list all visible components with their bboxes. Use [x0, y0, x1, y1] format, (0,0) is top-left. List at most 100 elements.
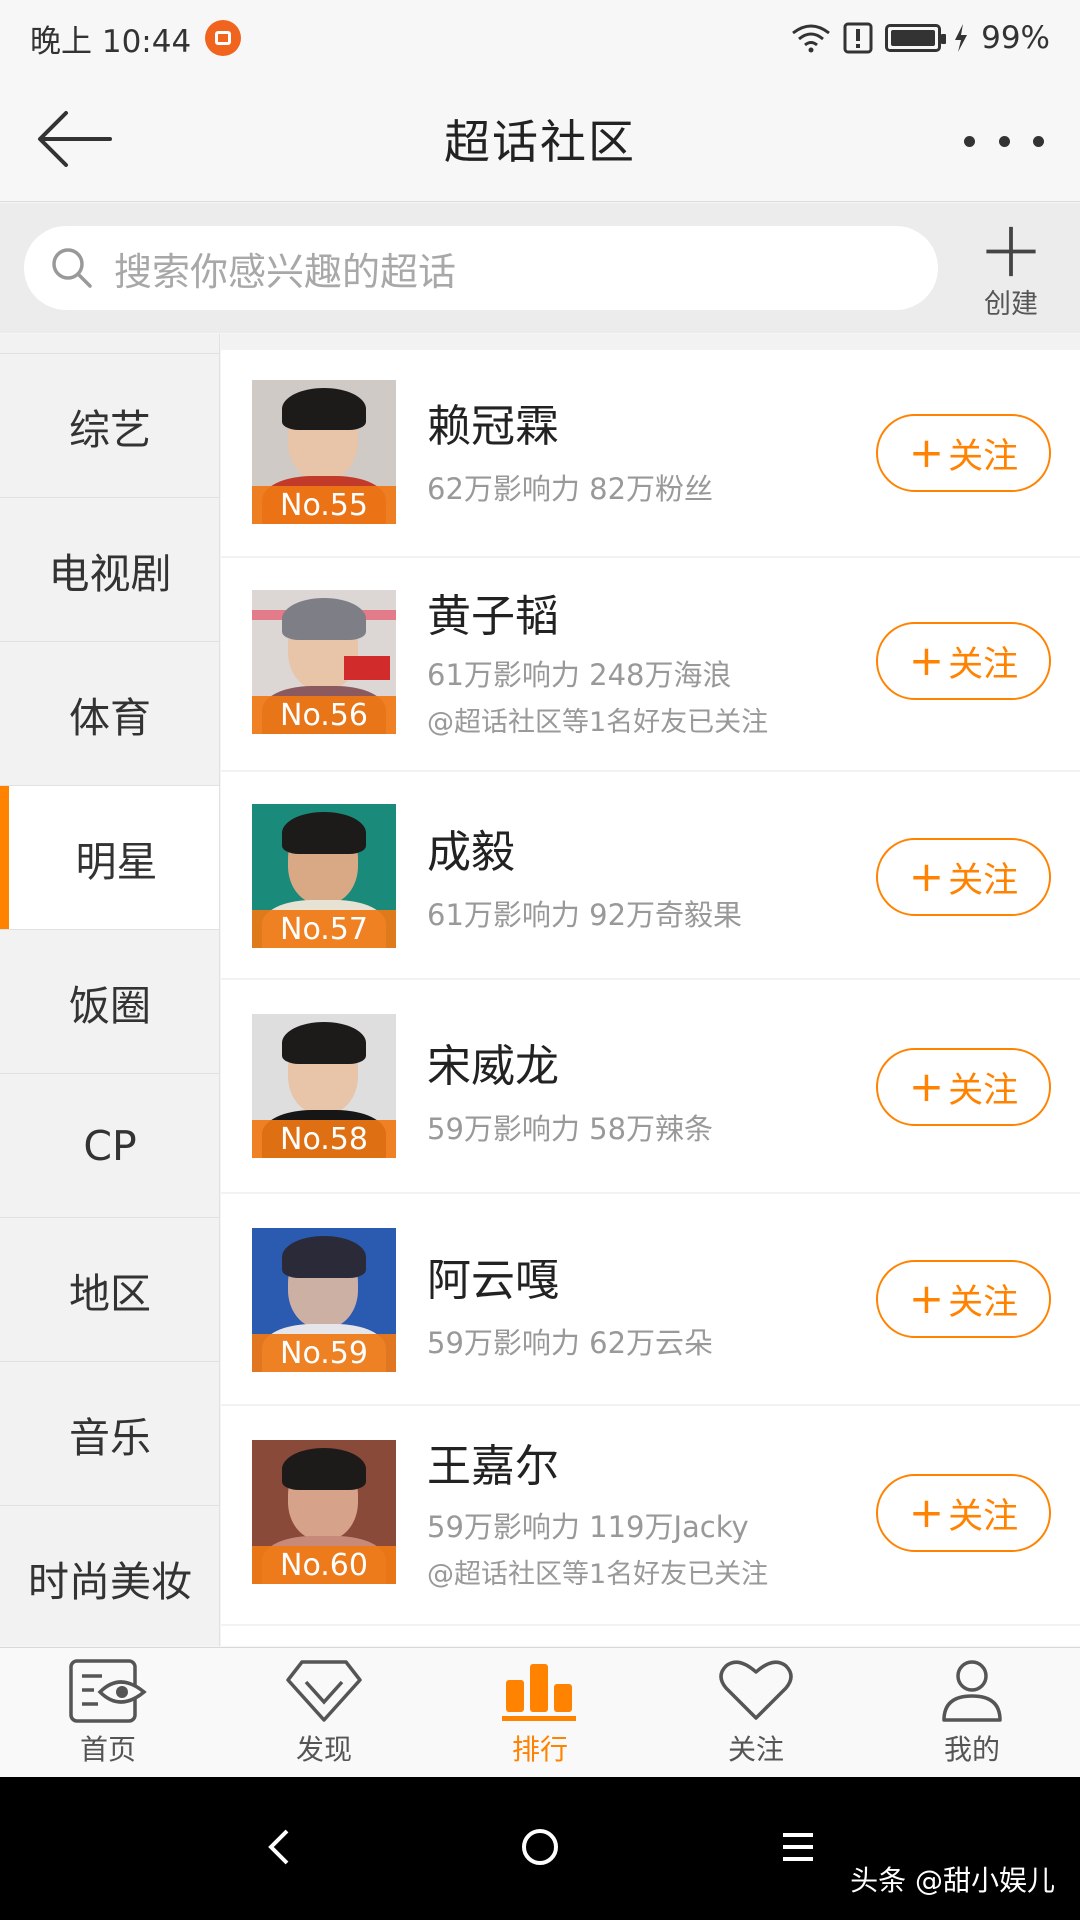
sidebar-item-region[interactable]: 地区 — [0, 1218, 219, 1362]
plus-icon: + — [908, 1062, 945, 1111]
sidebar-item-sports[interactable]: 体育 — [0, 642, 219, 786]
alert-icon — [843, 22, 873, 54]
sidebar-item-label: 饭圈 — [69, 981, 151, 1030]
rank-badge: No.58 — [252, 1120, 396, 1158]
topic-stats: 59万影响力 119万Jacky — [427, 1510, 749, 1544]
tab-me[interactable]: 我的 — [864, 1658, 1080, 1776]
system-back-button[interactable] — [250, 1817, 310, 1877]
diamond-icon — [286, 1660, 362, 1722]
topic-stats: 61万影响力 92万奇毅果 — [427, 898, 743, 932]
system-menu-button[interactable] — [768, 1817, 828, 1877]
friends-followed: @超话社区等1名好友已关注 — [427, 707, 769, 738]
topic-name: 宋威龙 — [427, 1041, 559, 1092]
tab-discover[interactable]: 发现 — [216, 1658, 432, 1776]
follow-button[interactable]: + 关注 — [876, 622, 1051, 700]
list-item[interactable]: No.55 赖冠霖 62万影响力 82万粉丝 + 关注 — [221, 350, 1080, 556]
plus-icon: + — [908, 1488, 945, 1537]
follow-button[interactable]: + 关注 — [876, 1048, 1051, 1126]
topic-name: 王嘉尔 — [427, 1441, 559, 1492]
topic-stats: 62万影响力 82万粉丝 — [427, 472, 714, 506]
sidebar-item-label: 音乐 — [69, 1413, 151, 1462]
sidebar-item-cp[interactable]: CP — [0, 1074, 219, 1218]
follow-label: 关注 — [948, 860, 1019, 901]
menu-icon — [783, 1833, 813, 1861]
system-nav-bar: 头条 @甜小娱儿 — [0, 1777, 1080, 1920]
plus-icon: + — [908, 428, 945, 477]
search-input[interactable]: 搜索你感兴趣的超话 — [24, 226, 938, 310]
follow-label: 关注 — [948, 1496, 1019, 1537]
follow-label: 关注 — [948, 1282, 1019, 1323]
tab-label: 排行 — [511, 1733, 568, 1766]
sidebar-item-music[interactable]: 音乐 — [0, 1362, 219, 1506]
sidebar-divider — [0, 334, 219, 354]
follow-button[interactable]: + 关注 — [876, 1260, 1051, 1338]
search-icon — [52, 248, 92, 288]
plus-icon: + — [908, 852, 945, 901]
tab-label: 发现 — [295, 1733, 352, 1766]
avatar: No.59 — [252, 1228, 396, 1372]
list-item[interactable]: No.57 成毅 61万影响力 92万奇毅果 + 关注 — [221, 772, 1080, 978]
topic-name: 赖冠霖 — [427, 401, 559, 452]
sidebar-item-label: 时尚美妆 — [28, 1557, 192, 1606]
list-item — [221, 1626, 1080, 1646]
list-item[interactable]: No.58 宋威龙 59万影响力 58万辣条 + 关注 — [221, 980, 1080, 1192]
back-arrow-icon — [38, 111, 112, 167]
system-home-button[interactable] — [510, 1817, 570, 1877]
plus-icon: + — [908, 636, 945, 685]
tab-ranking[interactable]: 排行 — [432, 1658, 648, 1776]
avatar: No.56 — [252, 590, 396, 734]
follow-button[interactable]: + 关注 — [876, 414, 1051, 492]
ranking-list: No.55 赖冠霖 62万影响力 82万粉丝 + 关注 No.56 黄子韬 61… — [221, 334, 1080, 1646]
topic-stats: 61万影响力 248万海浪 — [427, 658, 732, 692]
sidebar-item-label: 明星 — [75, 837, 158, 886]
status-time: 晚上 10:44 — [30, 23, 192, 60]
list-item[interactable]: No.59 阿云嘎 59万影响力 62万云朵 + 关注 — [221, 1194, 1080, 1404]
tab-home[interactable]: 首页 — [0, 1658, 216, 1776]
charging-icon — [955, 24, 968, 52]
topic-stats: 59万影响力 62万云朵 — [427, 1326, 714, 1360]
more-options-button[interactable] — [964, 116, 1044, 166]
tab-label: 首页 — [79, 1733, 136, 1766]
topic-name: 成毅 — [427, 827, 515, 878]
follow-label: 关注 — [948, 644, 1019, 685]
rank-badge: No.56 — [252, 696, 396, 734]
sidebar-item-fashion-beauty[interactable]: 时尚美妆 — [0, 1506, 219, 1646]
rank-badge: No.60 — [252, 1546, 396, 1584]
tab-follow[interactable]: 关注 — [648, 1658, 864, 1776]
tab-label: 关注 — [727, 1733, 784, 1766]
follow-label: 关注 — [948, 436, 1019, 477]
search-placeholder: 搜索你感兴趣的超话 — [114, 249, 457, 294]
friends-followed: @超话社区等1名好友已关注 — [427, 1559, 769, 1590]
sidebar-item-label: 综艺 — [69, 405, 151, 454]
page-title: 超话社区 — [444, 114, 636, 169]
sidebar-item-celebrity[interactable]: 明星 — [0, 786, 219, 930]
create-button[interactable]: 创建 — [966, 225, 1056, 321]
bottom-tab-bar: 首页 发现 排行 关注 我的 — [0, 1647, 1080, 1777]
avatar: No.57 — [252, 804, 396, 948]
avatar: No.55 — [252, 380, 396, 524]
battery-icon — [885, 24, 947, 52]
list-item[interactable]: No.60 王嘉尔 59万影响力 119万Jacky @超话社区等1名好友已关注… — [221, 1406, 1080, 1624]
sidebar-item-label: CP — [83, 1121, 137, 1170]
follow-button[interactable]: + 关注 — [876, 1474, 1051, 1552]
sidebar-item-variety[interactable]: 综艺 — [0, 354, 219, 498]
sidebar-item-label: 地区 — [69, 1269, 151, 1318]
battery-percent: 99% — [981, 20, 1050, 56]
plus-icon: + — [908, 1274, 945, 1323]
wifi-icon — [792, 24, 831, 53]
sidebar-item-tv-drama[interactable]: 电视剧 — [0, 498, 219, 642]
rank-badge: No.57 — [252, 910, 396, 948]
topic-stats: 59万影响力 58万辣条 — [427, 1112, 714, 1146]
person-icon — [942, 1660, 1002, 1722]
follow-button[interactable]: + 关注 — [876, 838, 1051, 916]
status-bar: 晚上 10:44 99% — [0, 0, 1080, 76]
topic-name: 黄子韬 — [427, 591, 559, 642]
bar-chart-icon — [502, 1664, 576, 1721]
sidebar-item-fandom[interactable]: 饭圈 — [0, 930, 219, 1074]
create-label: 创建 — [984, 289, 1038, 320]
eye-icon — [69, 1659, 147, 1723]
sidebar-item-label: 电视剧 — [48, 549, 172, 598]
list-item[interactable]: No.56 黄子韬 61万影响力 248万海浪 @超话社区等1名好友已关注 + … — [221, 558, 1080, 770]
avatar: No.60 — [252, 1440, 396, 1584]
back-button[interactable] — [36, 104, 126, 174]
